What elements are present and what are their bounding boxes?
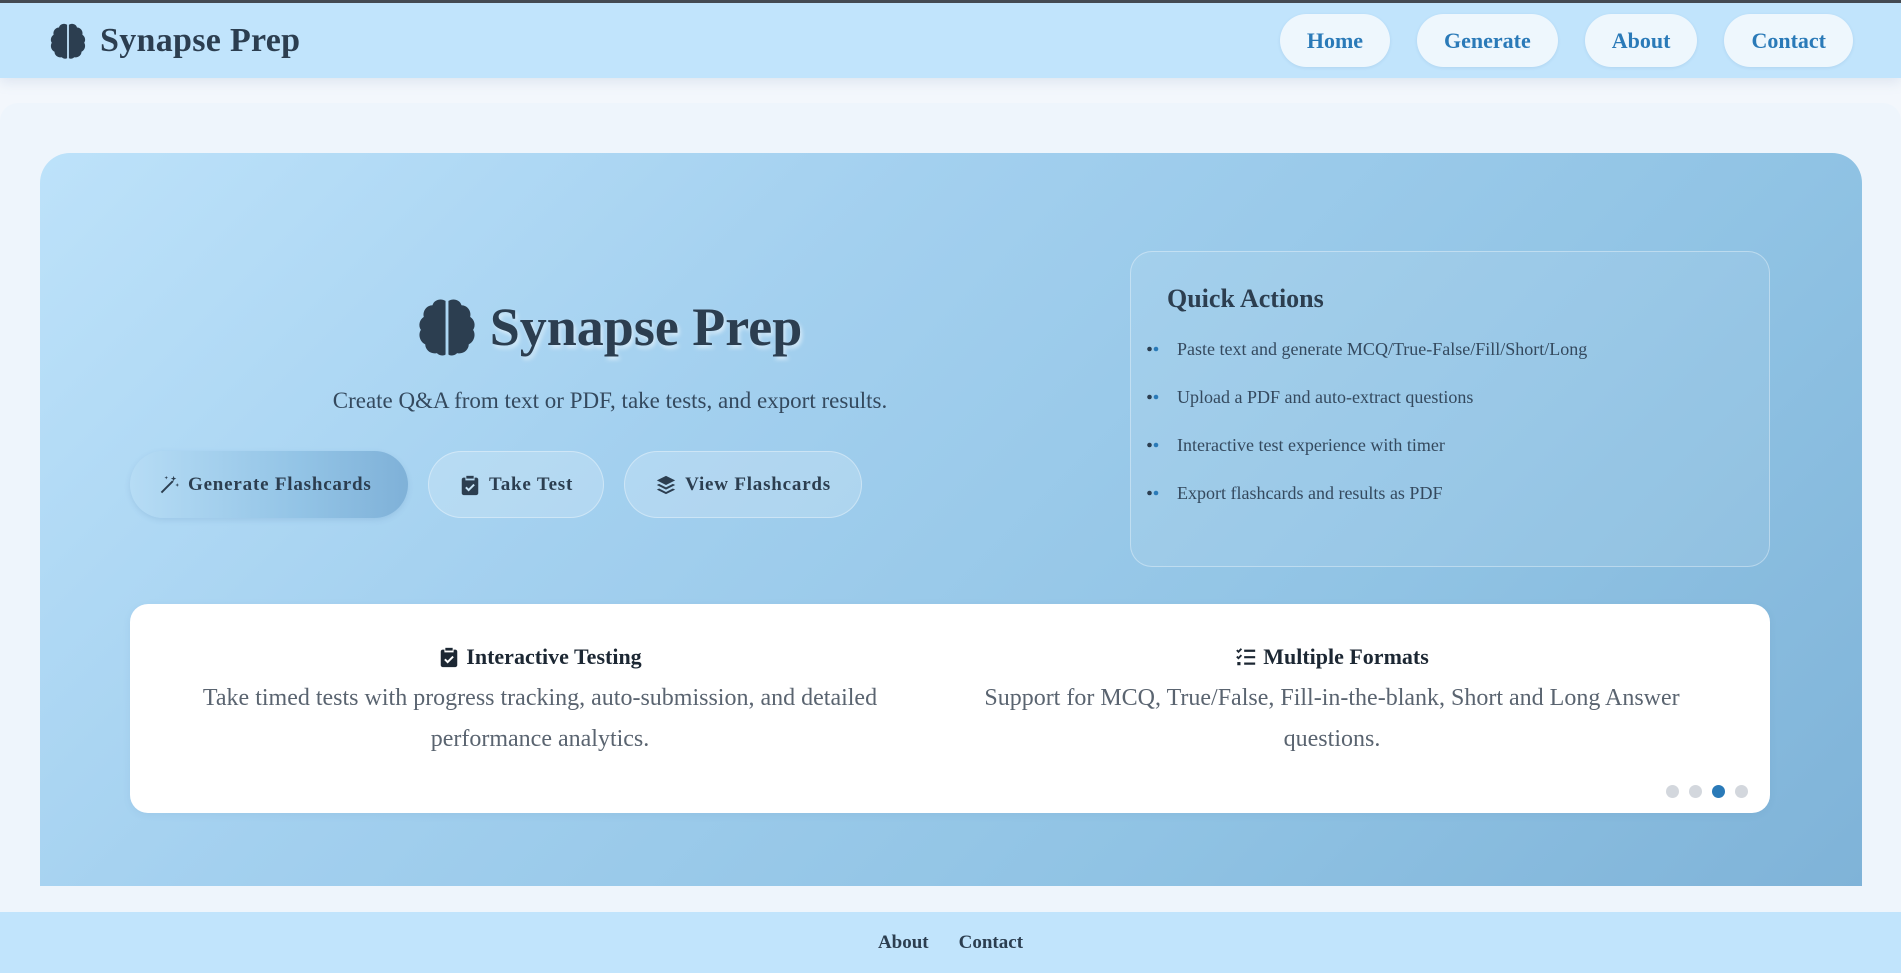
generate-flashcards-button[interactable]: Generate Flashcards — [130, 451, 408, 518]
nav-contact[interactable]: Contact — [1724, 14, 1853, 67]
list-item: Export flashcards and results as PDF — [1147, 480, 1733, 528]
hero-title: Synapse Prep — [130, 296, 1090, 358]
carousel-dots — [1666, 785, 1748, 798]
carousel-dot[interactable] — [1735, 785, 1748, 798]
feature-description: Take timed tests with progress tracking,… — [202, 685, 878, 752]
quick-action-text: Export flashcards and results as PDF — [1177, 483, 1443, 503]
carousel-dot[interactable] — [1666, 785, 1679, 798]
feature-card-multiple-formats: Multiple Formats Support for MCQ, True/F… — [952, 644, 1712, 760]
bullet-icon — [1147, 442, 1159, 448]
nav-about[interactable]: About — [1584, 14, 1698, 67]
top-navbar: Synapse Prep Home Generate About Contact — [0, 0, 1901, 78]
feature-title: Multiple Formats — [952, 644, 1712, 670]
feature-description: Support for MCQ, True/False, Fill-in-the… — [984, 685, 1680, 752]
quick-actions-list: Paste text and generate MCQ/True-False/F… — [1147, 336, 1733, 528]
footer-link-about[interactable]: About — [878, 932, 929, 954]
quick-action-text: Upload a PDF and auto-extract questions — [1177, 387, 1474, 407]
hero-subtitle: Create Q&A from text or PDF, take tests,… — [332, 388, 888, 413]
layers-icon — [656, 475, 676, 494]
list-item: Upload a PDF and auto-extract questions — [1147, 384, 1733, 432]
clipboard-check-icon — [461, 475, 479, 495]
quick-actions-card: Quick Actions Paste text and generate MC… — [1130, 251, 1770, 567]
quick-action-text: Interactive test experience with timer — [1177, 435, 1445, 455]
bullet-icon — [1147, 346, 1159, 352]
feature-card-interactive-testing: Interactive Testing Take timed tests wit… — [160, 644, 920, 760]
brain-icon — [419, 299, 475, 356]
bullet-icon — [1147, 490, 1159, 496]
nav-home[interactable]: Home — [1279, 14, 1391, 67]
take-test-label: Take Test — [489, 473, 574, 495]
main-nav: Home Generate About Contact — [1279, 14, 1853, 67]
view-flashcards-label: View Flashcards — [685, 473, 831, 495]
view-flashcards-button[interactable]: View Flashcards — [624, 451, 862, 518]
magic-wand-icon — [160, 475, 180, 493]
feature-carousel: Interactive Testing Take timed tests wit… — [130, 604, 1770, 813]
clipboard-check-icon — [441, 647, 458, 668]
feature-title: Interactive Testing — [160, 644, 920, 670]
feature-title-text: Interactive Testing — [466, 644, 642, 669]
list-item: Interactive test experience with timer — [1147, 432, 1733, 480]
list-check-icon — [1236, 648, 1256, 666]
take-test-button[interactable]: Take Test — [428, 451, 605, 518]
brand-name: Synapse Prep — [100, 21, 301, 59]
bullet-icon — [1147, 394, 1159, 400]
carousel-dot[interactable] — [1712, 785, 1725, 798]
quick-action-text: Paste text and generate MCQ/True-False/F… — [1177, 339, 1588, 359]
carousel-dot[interactable] — [1689, 785, 1702, 798]
feature-title-text: Multiple Formats — [1263, 644, 1429, 669]
quick-actions-title: Quick Actions — [1167, 284, 1324, 313]
hero-title-text: Synapse Prep — [489, 297, 803, 357]
footer-link-contact[interactable]: Contact — [959, 932, 1023, 954]
generate-flashcards-label: Generate Flashcards — [188, 473, 372, 495]
brain-icon — [50, 23, 86, 59]
brand-logo[interactable]: Synapse Prep — [50, 22, 300, 60]
hero-actions: Generate Flashcards Take Test View Flash… — [130, 451, 862, 518]
nav-generate[interactable]: Generate — [1417, 14, 1558, 67]
list-item: Paste text and generate MCQ/True-False/F… — [1147, 336, 1733, 384]
footer: About Contact — [0, 912, 1901, 973]
